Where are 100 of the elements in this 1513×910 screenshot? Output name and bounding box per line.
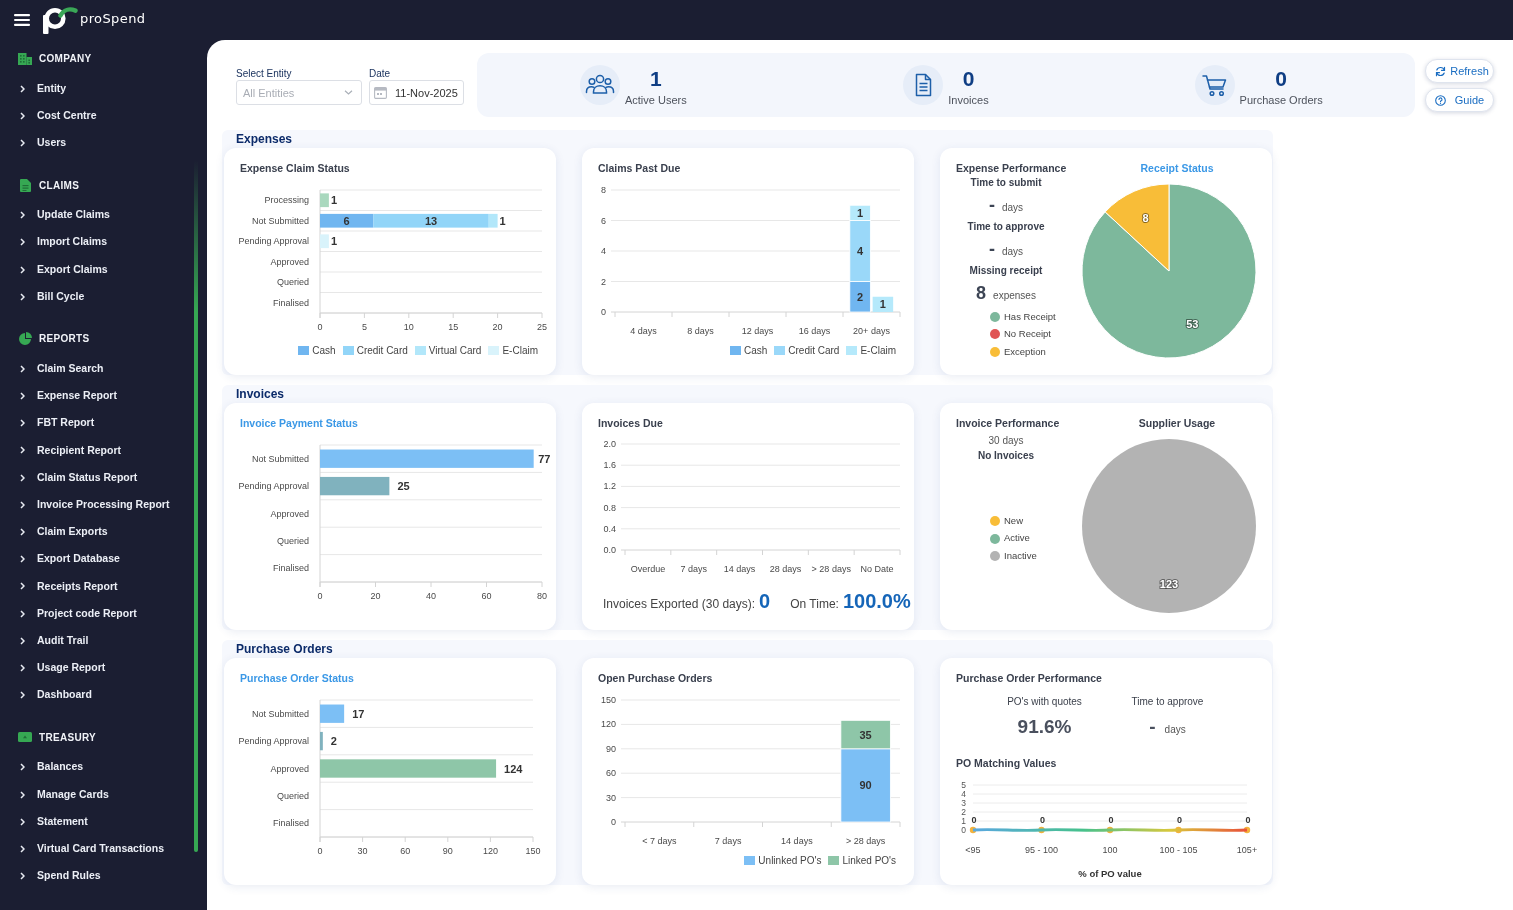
category-label: Not Submitted <box>251 453 309 464</box>
legend-label: Has Receipt <box>1004 309 1056 324</box>
metric-label: Time to approve <box>1131 696 1204 708</box>
tick-label: 0 <box>317 591 323 601</box>
stat-value: 0 <box>962 67 975 91</box>
metric-value: - <box>988 238 995 261</box>
category-label: 4 days <box>630 326 657 336</box>
legend-label: Active <box>1004 531 1030 546</box>
data-label: 2 <box>857 290 864 303</box>
metric-label: Missing receipt <box>969 264 1043 278</box>
category-label: <95 <box>965 845 981 855</box>
tick-label: 0.0 <box>603 545 616 555</box>
card-title: Open Purchase Orders <box>598 672 713 684</box>
tick-label: 0 <box>601 307 606 317</box>
category-label: Not Submitted <box>251 708 309 719</box>
category-label: 20+ days <box>853 326 890 336</box>
tick-label: 60 <box>606 768 616 779</box>
legend-label: No Receipt <box>1004 327 1051 342</box>
tick-label: 120 <box>600 719 616 730</box>
legend-label: Credit Card <box>788 343 840 358</box>
category-label: 7 days <box>680 564 707 574</box>
metric-label: Time to approve <box>967 220 1045 234</box>
data-label: 1 <box>499 214 506 227</box>
data-label: 90 <box>859 779 872 792</box>
legend-label: Unlinked PO's <box>758 853 822 868</box>
category-label: Pending Approval <box>238 236 309 247</box>
data-label: 0 <box>1177 815 1182 825</box>
stat-value: 0 <box>759 589 771 614</box>
tick-label: 60 <box>400 846 411 856</box>
data-label: 124 <box>504 762 523 775</box>
category-label: 95 - 100 <box>1025 845 1058 855</box>
legend-label: Credit Card <box>356 343 408 358</box>
section-title: Purchase Orders <box>236 642 333 656</box>
data-label: 2 <box>330 735 337 748</box>
category-label: Overdue <box>630 564 666 574</box>
metric-value: 91.6% <box>1017 716 1072 738</box>
legend-label: Linked PO's <box>842 853 896 868</box>
metric-label: PO's with quotes <box>1007 696 1082 708</box>
tick-label: 80 <box>537 591 547 601</box>
data-label: 17 <box>352 707 365 720</box>
category-label: Approved <box>270 508 309 519</box>
card-title: Invoices Due <box>598 417 663 429</box>
card-title: Claims Past Due <box>598 162 681 174</box>
legend-label: Cash <box>743 343 768 358</box>
sidebar-section-title: COMPANY <box>39 52 92 66</box>
category-label: Approved <box>270 763 309 774</box>
legend-label: Virtual Card <box>428 343 482 358</box>
tick-label: 20 <box>370 591 381 601</box>
stat-label: Purchase Orders <box>1239 93 1323 107</box>
card-title: Expense Performance <box>956 162 1067 174</box>
category-label: 16 days <box>798 326 831 336</box>
tick-label: 150 <box>600 695 616 705</box>
tick-label: 1.2 <box>603 481 616 492</box>
tick-label: 0.4 <box>603 523 616 534</box>
tick-label: 0 <box>317 846 323 856</box>
sidebar-section-title: CLAIMS <box>39 178 80 193</box>
data-label: 0 <box>1108 815 1114 825</box>
legend-label: Exception <box>1004 344 1046 359</box>
section-title: Expenses <box>236 132 293 146</box>
data-label: 1 <box>330 194 337 207</box>
tick-label: 1 <box>961 816 966 826</box>
metric-unit: days <box>1001 245 1024 259</box>
tick-label: 0 <box>611 817 616 827</box>
category-label: Pending Approval <box>238 481 309 492</box>
category-label: 14 days <box>723 564 756 574</box>
category-label: 100 <box>1102 845 1118 855</box>
tick-label: 30 <box>606 792 616 803</box>
category-label: > 28 days <box>811 564 851 574</box>
card-title: Invoice Performance <box>956 417 1060 429</box>
tick-label: 15 <box>448 322 459 332</box>
category-label: Not Submitted <box>251 215 309 226</box>
category-label: Finalised <box>272 818 309 829</box>
category-label: 12 days <box>741 326 774 336</box>
metric-value: - <box>988 194 995 217</box>
category-label: 8 days <box>687 326 714 336</box>
data-label: 53 <box>1186 318 1199 331</box>
tick-label: 8 <box>601 185 606 195</box>
category-label: Approved <box>270 256 309 267</box>
tick-label: 6 <box>601 215 606 226</box>
data-label: 1 <box>330 235 337 248</box>
category-label: Processing <box>264 195 309 206</box>
stat-label: Active Users <box>624 93 687 107</box>
legend-label: E-Claim <box>860 343 896 358</box>
data-label: 4 <box>857 245 864 257</box>
data-label: 0 <box>971 815 977 825</box>
chart-title: Supplier Usage <box>1138 417 1216 429</box>
metric-unit: days <box>1001 201 1024 215</box>
category-label: 7 days <box>714 836 742 846</box>
sidebar-section-title: REPORTS <box>39 332 90 347</box>
sidebar-section-title: TREASURY <box>39 730 97 745</box>
category-label: > 28 days <box>846 836 886 846</box>
metric-unit: expenses <box>993 289 1036 303</box>
tick-label: 5 <box>961 780 966 790</box>
tick-label: 60 <box>481 591 492 601</box>
tick-label: 5 <box>361 322 367 332</box>
axis-title: % of PO value <box>1078 867 1142 879</box>
tick-label: 40 <box>426 591 436 601</box>
metric-label: No Invoices <box>977 449 1035 463</box>
data-label: 1 <box>879 298 886 311</box>
tick-label: 10 <box>403 322 414 332</box>
